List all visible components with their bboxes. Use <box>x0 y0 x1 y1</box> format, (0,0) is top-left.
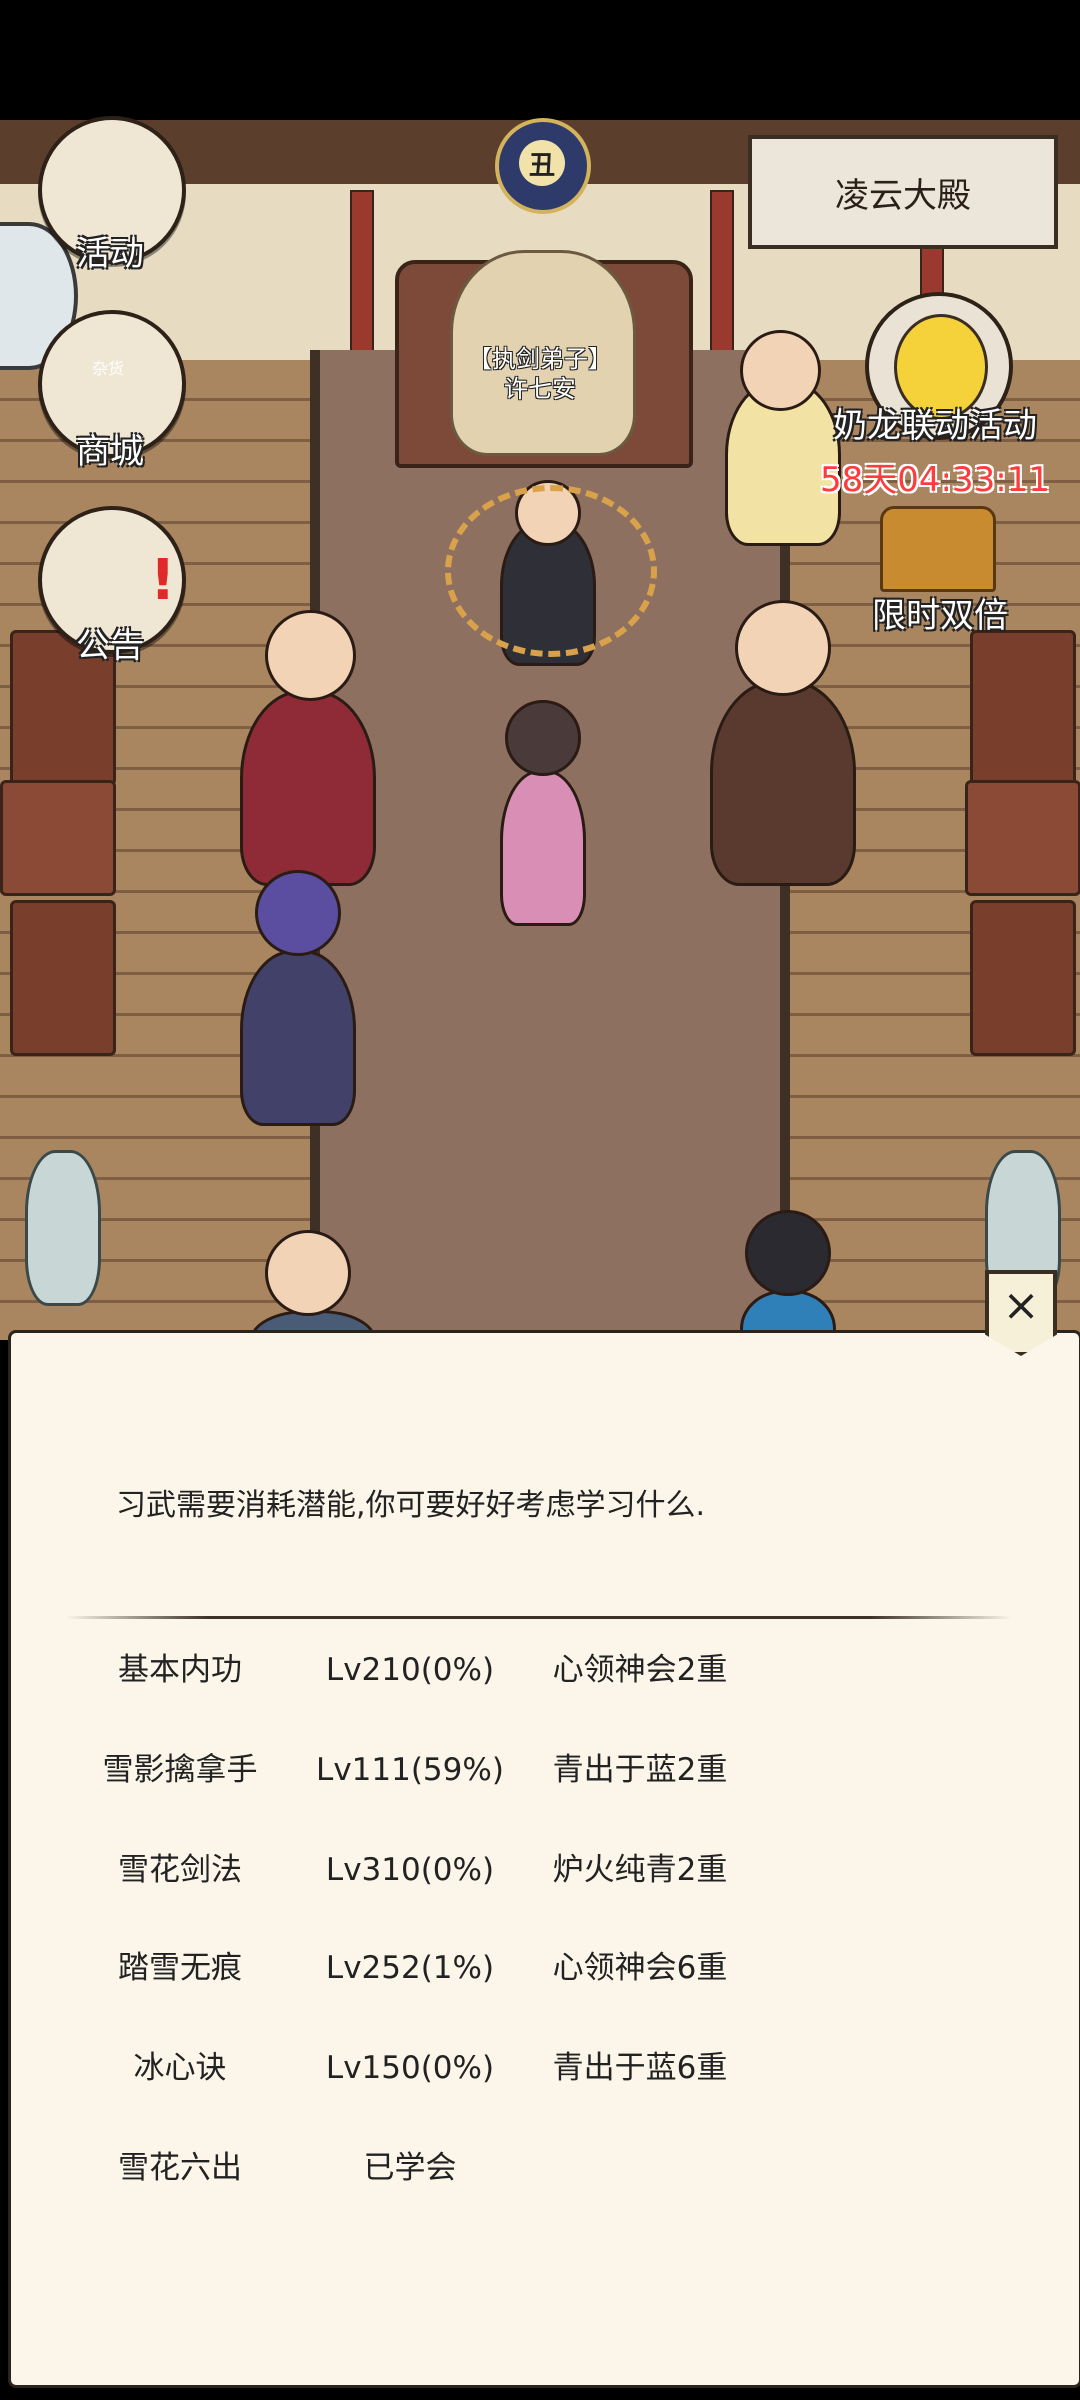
skill-name: 冰心诀 <box>133 2050 227 2086</box>
side-table <box>0 780 116 896</box>
npc-body <box>240 690 376 886</box>
npc-body <box>710 680 856 886</box>
pillar <box>710 190 734 354</box>
chair <box>970 900 1076 1056</box>
skill-level: Lv210(0%) <box>325 1652 495 1688</box>
skill-name: 踏雪无痕 <box>118 1950 242 1986</box>
notice-alert-icon: ! <box>150 548 176 613</box>
skill-row[interactable]: 冰心诀 Lv150(0%) 青出于蓝6重 <box>0 2038 1080 2098</box>
event-timer: 58天04:33:11 <box>820 460 1050 500</box>
npc-body <box>240 950 356 1126</box>
npc-title-text: 【执剑弟子】 <box>468 345 612 373</box>
skill-level: Lv111(59%) <box>316 1752 504 1788</box>
skill-row[interactable]: 基本内功 Lv210(0%) 心领神会2重 <box>0 1640 1080 1700</box>
pillar <box>350 190 374 354</box>
dialog-prompt: 习武需要消耗潜能,你可要好好考虑学习什么. <box>116 1488 706 1523</box>
skill-level: Lv252(1%) <box>325 1950 495 1986</box>
event-label[interactable]: 奶龙联动活动 <box>815 398 1055 447</box>
notice-button-label[interactable]: 公告 <box>30 618 190 667</box>
npc-name-text: 许七安 <box>504 375 576 403</box>
skill-realm: 心领神会6重 <box>552 1950 728 1986</box>
skill-row[interactable]: 雪影擒拿手 Lv111(59%) 青出于蓝2重 <box>0 1740 1080 1800</box>
skill-name: 雪花剑法 <box>118 1852 242 1888</box>
chair <box>10 900 116 1056</box>
double-reward-label[interactable]: 限时双倍 <box>840 588 1040 637</box>
close-icon: × <box>1002 1280 1040 1331</box>
player-head <box>505 700 581 776</box>
skill-name: 雪花六出 <box>118 2150 242 2186</box>
npc-head <box>735 600 831 696</box>
skill-realm: 炉火纯青2重 <box>552 1852 728 1888</box>
npc-head <box>740 330 821 411</box>
treasure-chest-icon[interactable] <box>880 506 996 592</box>
skill-realm: 青出于蓝6重 <box>552 2050 728 2086</box>
skill-row[interactable]: 雪花剑法 Lv310(0%) 炉火纯青2重 <box>0 1840 1080 1900</box>
skill-realm: 青出于蓝2重 <box>552 1752 728 1788</box>
player-body <box>500 770 586 926</box>
skill-level: Lv150(0%) <box>325 2050 495 2086</box>
time-glyph: 丑 <box>519 140 565 186</box>
skill-name: 基本内功 <box>118 1652 242 1688</box>
npc-nameplate: 【执剑弟子】 许七安 <box>460 344 620 404</box>
skill-row[interactable]: 雪花六出 已学会 <box>0 2138 1080 2198</box>
skill-name: 雪影擒拿手 <box>102 1752 258 1788</box>
location-name-sign: 凌云大殿 <box>748 135 1058 249</box>
npc-head <box>745 1210 831 1296</box>
chair <box>970 630 1076 786</box>
shop-sign-label: 杂货 <box>91 359 124 378</box>
time-of-day-icon[interactable]: 丑 <box>495 118 591 214</box>
shop-button-label[interactable]: 商城 <box>30 424 190 473</box>
activity-button-label[interactable]: 活动 <box>30 226 190 275</box>
skill-row[interactable]: 踏雪无痕 Lv252(1%) 心领神会6重 <box>0 1938 1080 1998</box>
divider <box>66 1616 1012 1619</box>
skill-level: Lv310(0%) <box>325 1852 495 1888</box>
npc-head <box>265 610 356 701</box>
skill-realm: 心领神会2重 <box>552 1652 728 1688</box>
npc-head <box>265 1230 351 1316</box>
food-ring <box>445 485 657 657</box>
npc-head <box>255 870 341 956</box>
vase <box>25 1150 101 1306</box>
location-name: 凌云大殿 <box>835 175 971 216</box>
skill-level: 已学会 <box>363 2150 457 2186</box>
side-table <box>965 780 1080 896</box>
